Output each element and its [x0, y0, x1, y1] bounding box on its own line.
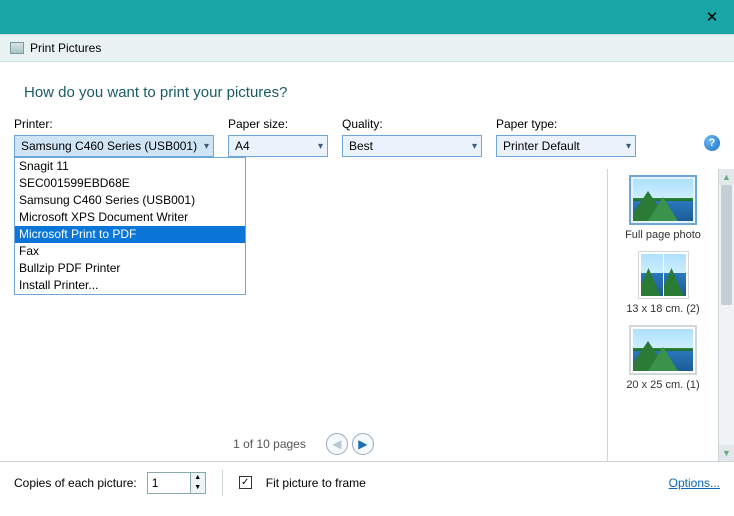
copies-spinner[interactable]: ▲ ▼ [147, 472, 206, 494]
prev-page-button[interactable]: ◀ [326, 433, 348, 455]
next-page-button[interactable]: ▶ [352, 433, 374, 455]
scroll-up-button[interactable]: ▲ [719, 169, 734, 185]
help-icon[interactable]: ? [704, 135, 720, 151]
printer-combobox[interactable]: Samsung C460 Series (USB001) ▾ [14, 135, 214, 157]
close-button[interactable]: ✕ [702, 7, 722, 27]
spin-down-button[interactable]: ▼ [191, 483, 205, 493]
fit-label: Fit picture to frame [266, 476, 366, 490]
chevron-down-icon: ▾ [626, 141, 631, 152]
layout-option-20x25[interactable] [629, 325, 697, 375]
scroll-thumb[interactable] [721, 185, 732, 305]
window-title: Print Pictures [30, 41, 101, 55]
printer-option[interactable]: Microsoft XPS Document Writer [15, 209, 245, 226]
layout-caption: 20 x 25 cm. (1) [626, 379, 699, 391]
printer-option[interactable]: Install Printer... [15, 277, 245, 294]
printer-option[interactable]: Snagit 11 [15, 158, 245, 175]
quality-value: Best [349, 139, 373, 153]
printer-value: Samsung C460 Series (USB001) [21, 139, 197, 153]
chevron-down-icon: ▾ [318, 141, 323, 152]
layout-caption: Full page photo [625, 229, 701, 241]
printer-option[interactable]: Microsoft Print to PDF [15, 226, 245, 243]
paper-size-label: Paper size: [228, 117, 328, 131]
paper-type-combobox[interactable]: Printer Default ▾ [496, 135, 636, 157]
paper-type-value: Printer Default [503, 139, 580, 153]
quality-label: Quality: [342, 117, 482, 131]
printer-option[interactable]: Bullzip PDF Printer [15, 260, 245, 277]
paper-type-label: Paper type: [496, 117, 636, 131]
fit-checkbox[interactable]: ✓ [239, 476, 252, 489]
spin-up-button[interactable]: ▲ [191, 473, 205, 483]
chevron-down-icon: ▾ [472, 141, 477, 152]
layout-option-13x18[interactable] [638, 251, 689, 299]
copies-label: Copies of each picture: [14, 476, 137, 490]
page-heading: How do you want to print your pictures? [0, 62, 734, 117]
paper-size-combobox[interactable]: A4 ▾ [228, 135, 328, 157]
options-link[interactable]: Options... [669, 476, 720, 490]
layout-caption: 13 x 18 cm. (2) [626, 303, 699, 315]
paper-size-value: A4 [235, 139, 250, 153]
pager-text: 1 of 10 pages [233, 437, 306, 451]
scroll-down-button[interactable]: ▼ [719, 445, 734, 461]
sidebar-scrollbar[interactable]: ▲ ▼ [718, 169, 734, 461]
printer-dropdown-list[interactable]: Snagit 11SEC001599EBD68ESamsung C460 Ser… [14, 157, 246, 295]
printer-label: Printer: [14, 117, 214, 131]
printer-option[interactable]: SEC001599EBD68E [15, 175, 245, 192]
layout-sidebar: Full page photo 13 x 18 cm. (2) 20 x 25 … [607, 169, 718, 461]
printer-option[interactable]: Fax [15, 243, 245, 260]
copies-input[interactable] [148, 473, 190, 493]
layout-option-full-page[interactable] [629, 175, 697, 225]
chevron-down-icon: ▾ [204, 141, 209, 152]
separator [222, 470, 223, 496]
app-icon [10, 42, 24, 54]
printer-option[interactable]: Samsung C460 Series (USB001) [15, 192, 245, 209]
quality-combobox[interactable]: Best ▾ [342, 135, 482, 157]
